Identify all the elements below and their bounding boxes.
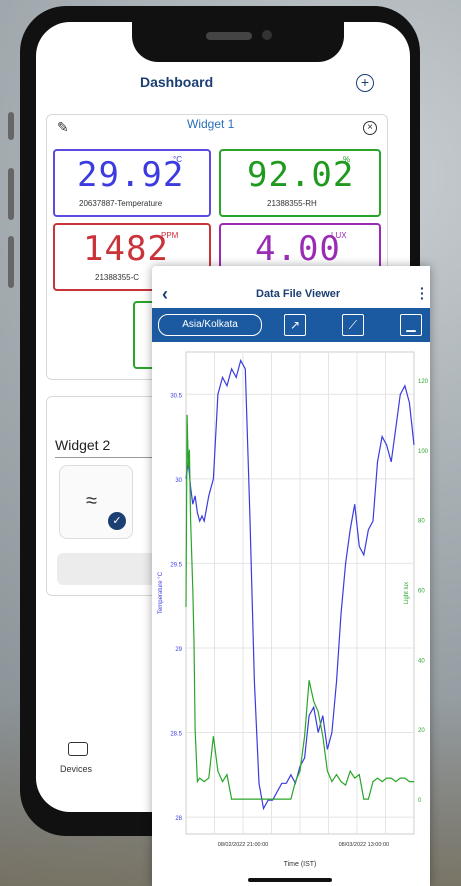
tile-value: 29.92 bbox=[77, 155, 185, 195]
line-chart: 28 28.5 29 29.5 30 30.5 0 20 40 60 80 100 120 08/02/2… bbox=[158, 351, 429, 868]
export-icon[interactable]: ▁ bbox=[400, 314, 422, 336]
y-right-tick-label: 60 bbox=[418, 589, 425, 595]
close-icon[interactable]: × bbox=[363, 121, 377, 135]
y-right-tick-label: 80 bbox=[418, 519, 425, 525]
tile-label: 21388355-RH bbox=[267, 199, 317, 208]
devices-icon[interactable] bbox=[68, 742, 88, 756]
edit-icon[interactable]: ✎ bbox=[57, 119, 69, 136]
y-left-tick-label: 28 bbox=[175, 816, 182, 822]
y-right-axis-label: Light lux bbox=[404, 582, 410, 604]
check-icon: ✓ bbox=[108, 512, 126, 530]
phone-mute-switch bbox=[8, 112, 14, 140]
y-left-axis-label: Temperature °C bbox=[158, 571, 164, 614]
speaker bbox=[206, 32, 252, 40]
x-tick-label: 08/03/2022 13:00:00 bbox=[339, 842, 389, 848]
widget-2-card[interactable]: ≈ ✓ bbox=[59, 465, 133, 539]
tile-unit: % bbox=[343, 155, 351, 164]
home-indicator bbox=[248, 878, 332, 882]
timezone-button[interactable]: Asia/Kolkata bbox=[158, 314, 262, 336]
widget-2-title: Widget 2 bbox=[55, 437, 111, 453]
tile-unit: PPM bbox=[161, 231, 179, 240]
phone-volume-down bbox=[8, 236, 14, 288]
viewer-toolbar: Asia/Kolkata ↗ ⟋ ▁ bbox=[152, 308, 430, 342]
x-tick-label: 08/02/2022 21:00:00 bbox=[218, 842, 268, 848]
y-right-tick-label: 100 bbox=[418, 449, 429, 455]
tile-unit: °C bbox=[173, 155, 182, 164]
tile-value: 1482 bbox=[83, 229, 169, 269]
phone-notch bbox=[132, 14, 344, 62]
tile-temperature[interactable]: 29.92 °C 20637887-Temperature bbox=[53, 149, 211, 217]
nav-devices[interactable]: Devices bbox=[60, 764, 92, 774]
y-right-tick-label: 120 bbox=[418, 379, 429, 385]
camera bbox=[262, 30, 272, 40]
y-left-tick-label: 28.5 bbox=[170, 732, 182, 738]
tile-label: 20637887-Temperature bbox=[79, 199, 163, 208]
more-icon[interactable]: · · · bbox=[420, 281, 425, 305]
chart-icon[interactable]: ⟋ bbox=[342, 314, 364, 336]
tile-unit: LUX bbox=[331, 231, 347, 240]
y-left-tick-label: 29 bbox=[175, 647, 182, 653]
y-right-tick-label: 20 bbox=[418, 728, 425, 734]
share-icon[interactable]: ↗ bbox=[284, 314, 306, 336]
add-widget-icon[interactable]: + bbox=[356, 74, 374, 92]
viewer-title: Data File Viewer bbox=[256, 288, 341, 300]
y-right-tick-label: 40 bbox=[418, 658, 425, 664]
back-icon[interactable]: ‹ bbox=[162, 284, 168, 305]
x-axis-label: Time (IST) bbox=[284, 861, 317, 868]
y-left-tick-label: 30 bbox=[175, 478, 182, 484]
data-file-viewer: ‹ Data File Viewer · · · Asia/Kolkata ↗ ⟋ … bbox=[152, 266, 430, 886]
tile-label: 21388355-C bbox=[95, 273, 140, 282]
y-left-tick-label: 29.5 bbox=[170, 562, 182, 568]
widget-1-title: Widget 1 bbox=[187, 117, 235, 131]
y-right-tick-label: 0 bbox=[418, 798, 422, 804]
tile-humidity[interactable]: 92.02 % 21388355-RH bbox=[219, 149, 381, 217]
trend-icon: ≈ bbox=[86, 490, 97, 512]
page-title: Dashboard bbox=[140, 74, 214, 90]
phone-volume-up bbox=[8, 168, 14, 220]
y-left-tick-label: 30.5 bbox=[170, 393, 182, 399]
tile-value: 92.02 bbox=[247, 155, 355, 195]
tile-value: 4.00 bbox=[255, 229, 341, 269]
